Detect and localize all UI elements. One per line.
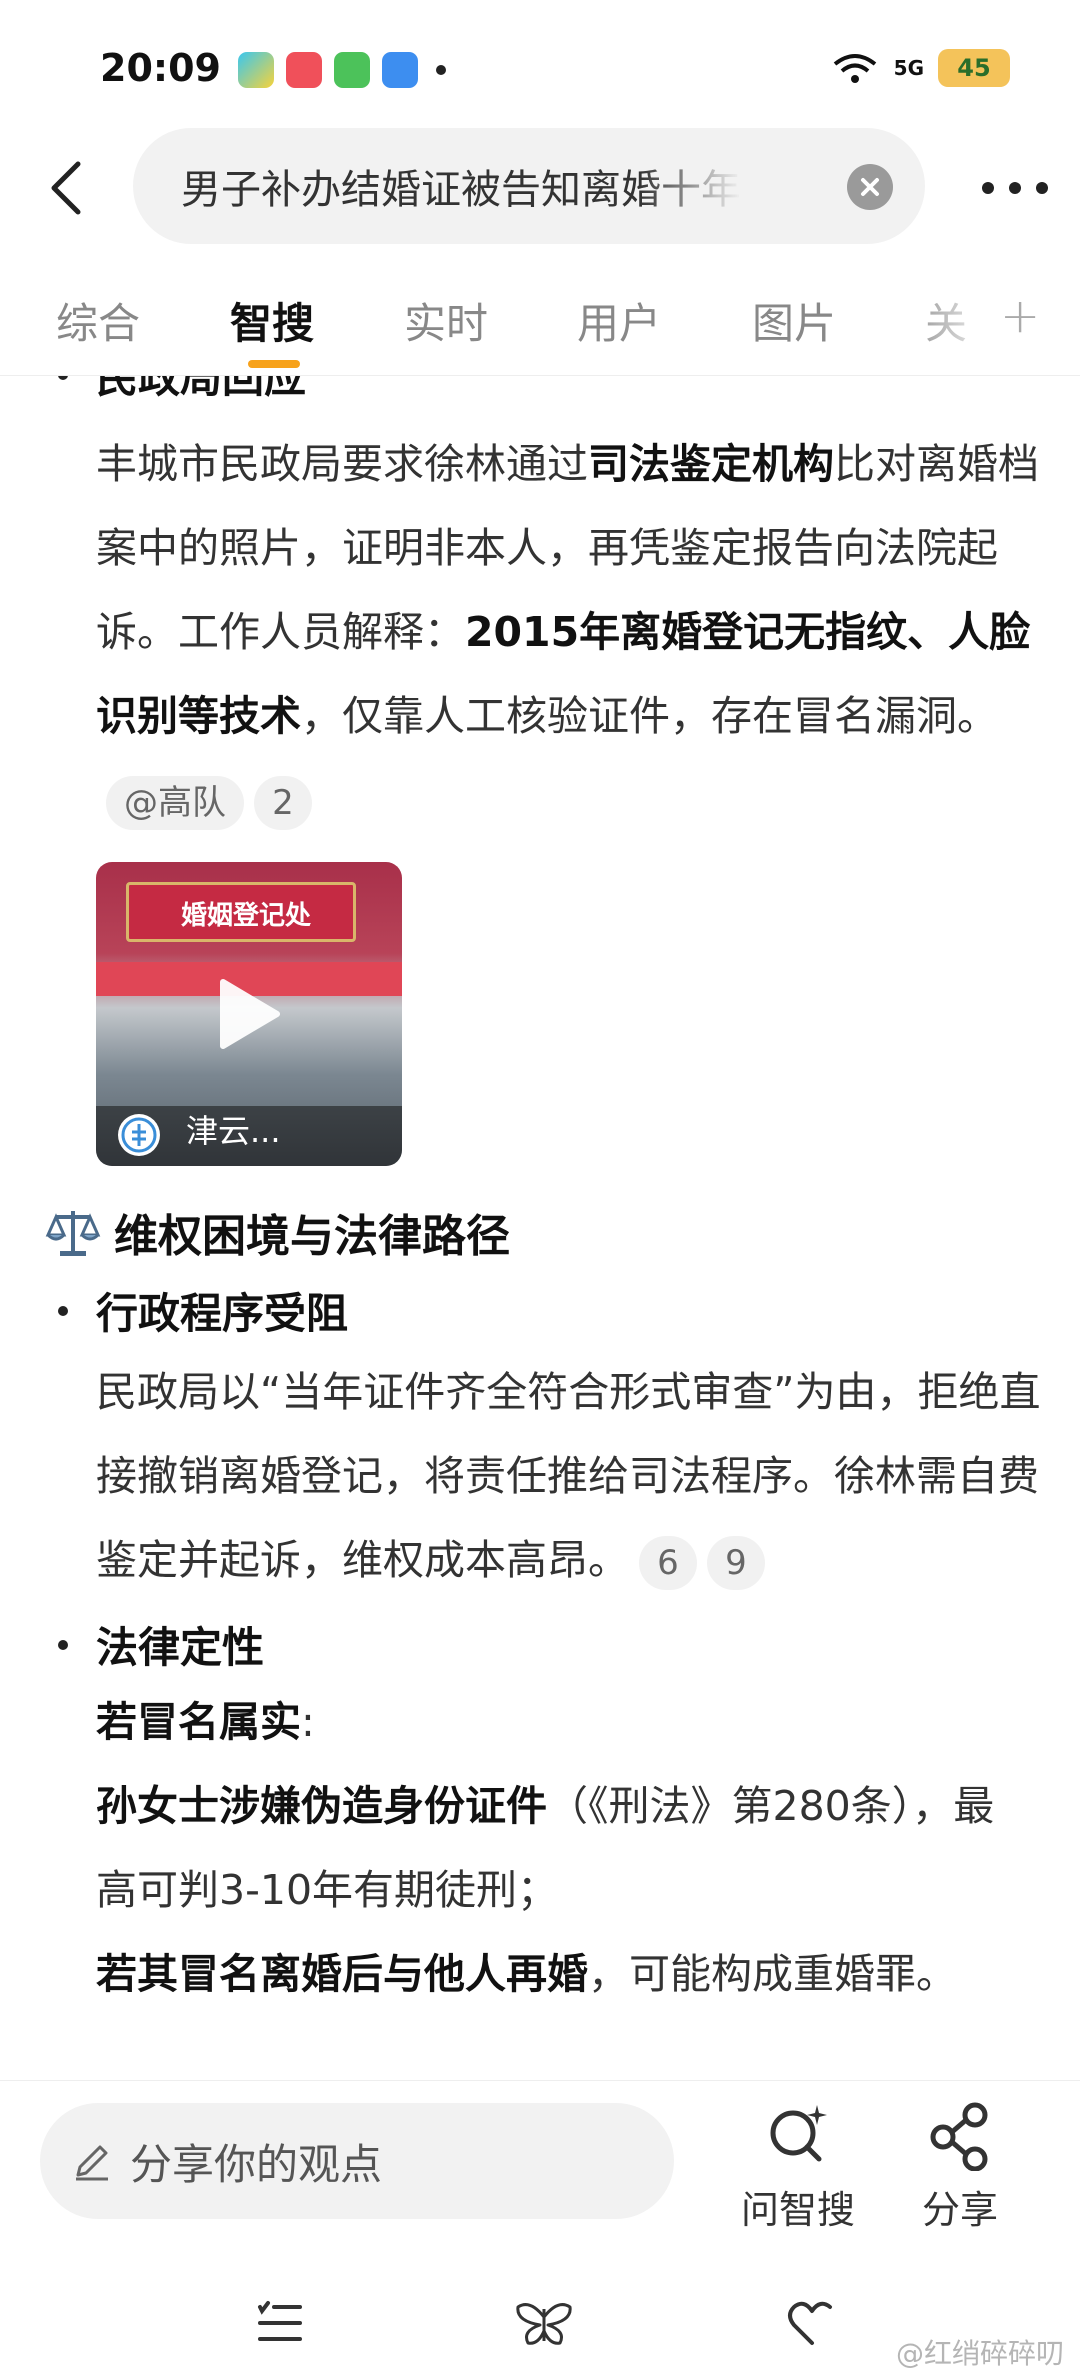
pen-icon xyxy=(76,2145,108,2181)
paragraph-legal-line1: 孙女士涉嫌伪造身份证件（《刑法》第280条），最高可判3-10年有期徒刑； xyxy=(96,1764,996,1932)
tab-smart-search[interactable]: 智搜 xyxy=(230,290,314,351)
source-reference-number[interactable]: 6 xyxy=(639,1536,697,1590)
app-notification-icon xyxy=(238,52,274,88)
watermark-text: @红绡碎碎叨 xyxy=(895,2337,1064,2370)
source-reference-chip[interactable]: @高队 xyxy=(106,776,244,830)
video-thumbnail-sign: 婚姻登记处 xyxy=(126,882,356,942)
bullet-heading-text: 法律定性 xyxy=(96,1623,265,1672)
ask-label: 问智搜 xyxy=(740,2188,855,2232)
status-bar: 20:09 5G 45 xyxy=(0,0,1080,130)
tab-fade-overlay xyxy=(900,268,1000,368)
para-text: 民政局以“当年证件齐全符合形式审查”为由，拒绝直接撤销离婚登记，将责任推给司法程… xyxy=(96,1368,1041,1584)
ask-smart-search-button[interactable]: 问智搜 xyxy=(738,2101,858,2234)
para-text: ，仅靠人工核验证件，存在冒名漏洞。 xyxy=(301,692,998,740)
answer-content: 民政局回应 丰城市民政局要求徐林通过司法鉴定机构比对离婚档案中的照片，证明非本人… xyxy=(0,376,1080,2076)
bottom-action-bar: 分享你的观点 问智搜 分享 xyxy=(0,2080,1080,2373)
paragraph-civil-affairs: 丰城市民政局要求徐林通过司法鉴定机构比对离婚档案中的照片，证明非本人，再凭鉴定报… xyxy=(96,422,1046,842)
search-query-text: 男子补办结婚证被告知离婚十年 xyxy=(181,167,741,213)
smart-search-icon xyxy=(770,2105,827,2162)
para-bold-text: 孙女士涉嫌伪造身份证件 xyxy=(96,1782,547,1830)
share-icon xyxy=(930,2102,988,2171)
tab-users[interactable]: 用户 xyxy=(577,290,661,351)
weather-notification-icon xyxy=(382,52,418,88)
balance-scale-icon xyxy=(45,1211,101,1256)
source-reference-number[interactable]: 2 xyxy=(254,776,312,830)
add-tab-icon[interactable]: + xyxy=(1000,288,1040,344)
battery-indicator: 45 xyxy=(938,49,1010,87)
bullet-heading-text: 民政局回应 xyxy=(96,376,307,402)
bullet-heading: 行政程序受阻 xyxy=(58,1280,348,1341)
section-heading-text: 维权困境与法律路径 xyxy=(114,1211,510,1262)
share-opinion-input[interactable]: 分享你的观点 xyxy=(40,2103,674,2219)
source-reference-number[interactable]: 9 xyxy=(707,1536,765,1590)
video-card[interactable]: 婚姻登记处 津云... xyxy=(96,862,402,1166)
tab-realtime[interactable]: 实时 xyxy=(404,290,488,351)
wifi-icon xyxy=(830,48,880,88)
section-heading: 维权困境与法律路径 xyxy=(44,1200,510,1264)
play-icon[interactable] xyxy=(217,978,281,1050)
para-text: 丰城市民政局要求徐林通过 xyxy=(96,440,588,488)
share-input-placeholder: 分享你的观点 xyxy=(130,2139,383,2189)
video-title: 津云... xyxy=(186,1112,281,1150)
para-bold-text: 若冒名属实 xyxy=(96,1698,301,1746)
search-tabs: 综合 智搜 实时 用户 图片 关 + xyxy=(0,268,1080,376)
more-options-icon[interactable] xyxy=(980,176,1050,200)
bullet-heading-text: 行政程序受阻 xyxy=(96,1289,349,1338)
clear-search-icon[interactable] xyxy=(847,164,893,210)
paragraph-legal-line2: 若其冒名离婚后与他人再婚，可能构成重婚罪。 xyxy=(96,1932,1046,2016)
paragraph-admin-procedure: 民政局以“当年证件齐全符合形式审查”为由，拒绝直接撤销离婚登记，将责任推给司法程… xyxy=(96,1350,1046,1602)
network-signal-icon: 5G xyxy=(893,56,924,80)
heart-outline-icon[interactable] xyxy=(784,2297,840,2349)
tab-comprehensive[interactable]: 综合 xyxy=(56,290,140,351)
status-time: 20:09 xyxy=(100,46,221,90)
para-text: : xyxy=(301,1698,315,1746)
share-label: 分享 xyxy=(921,2188,998,2232)
message-notification-icon xyxy=(334,52,370,88)
list-nav-icon[interactable] xyxy=(252,2297,308,2349)
para-bold-text: 若其冒名离婚后与他人再婚 xyxy=(96,1950,588,1998)
paragraph-legal-nature: 若冒名属实: xyxy=(96,1680,1046,1764)
back-arrow-icon[interactable] xyxy=(40,158,100,218)
share-button[interactable]: 分享 xyxy=(900,2101,1020,2234)
publisher-avatar xyxy=(118,1114,160,1156)
search-header: 男子补办结婚证被告知离婚十年 xyxy=(0,128,1080,248)
more-notifications-dot xyxy=(436,65,446,75)
bullet-heading: 法律定性 xyxy=(58,1614,264,1675)
status-indicators: 5G 45 xyxy=(830,48,1010,88)
notification-icons xyxy=(238,52,446,88)
tab-images[interactable]: 图片 xyxy=(752,290,836,351)
partial-bullet-heading: 民政局回应 xyxy=(58,376,306,405)
search-input[interactable]: 男子补办结婚证被告知离婚十年 xyxy=(133,128,925,244)
butterfly-icon[interactable] xyxy=(512,2297,576,2349)
para-text: ，可能构成重婚罪。 xyxy=(588,1950,957,1998)
para-bold-text: 司法鉴定机构 xyxy=(588,440,834,488)
active-tab-indicator xyxy=(248,360,300,368)
weibo-notification-icon xyxy=(286,52,322,88)
